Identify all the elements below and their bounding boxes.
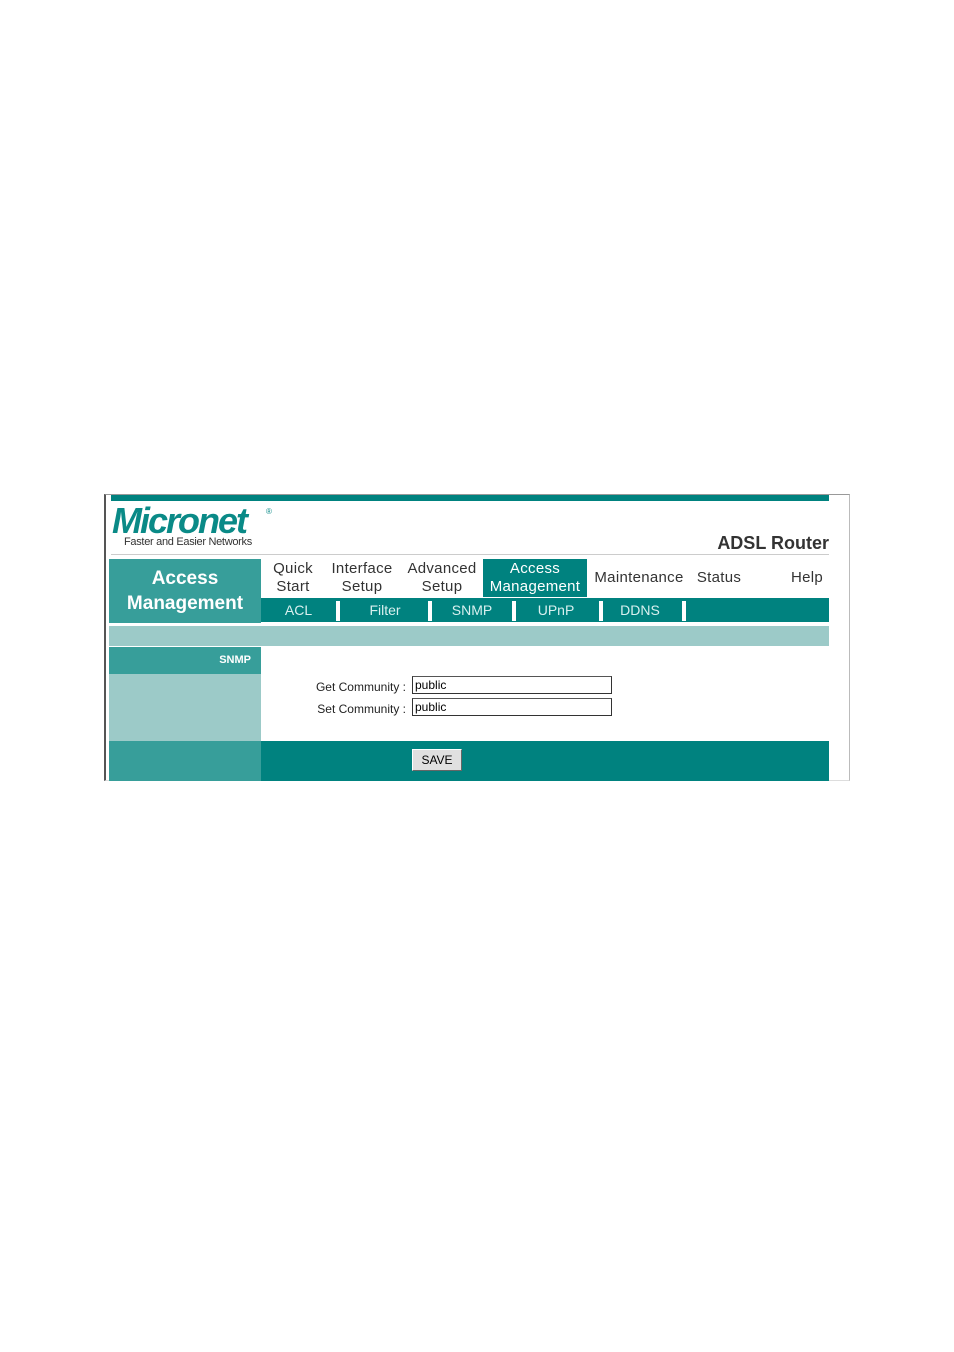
micronet-logo: Micronet [112, 500, 248, 541]
nav-label: Help [790, 569, 824, 586]
nav-access-management[interactable]: Access Management [483, 559, 587, 597]
section-title: Access Management [109, 559, 261, 623]
nav-quick-start[interactable]: Quick Start [265, 559, 321, 597]
subnav-acl[interactable]: ACL [266, 598, 331, 622]
footer-bar [261, 741, 829, 781]
nav-status[interactable]: Status [691, 559, 747, 597]
nav-label: Advanced [407, 560, 477, 577]
subnav-separator [599, 601, 603, 621]
subnav-separator [682, 601, 686, 621]
subnav-snmp[interactable]: SNMP [434, 598, 510, 622]
nav-label: Start [276, 578, 310, 595]
subnav-filter[interactable]: Filter [344, 598, 426, 622]
subnav-separator [512, 601, 516, 621]
nav-label: Management [489, 578, 581, 595]
section-spacer-bar [109, 626, 829, 646]
nav-label: Setup [421, 578, 463, 595]
brand-tagline: Faster and Easier Networks [124, 536, 252, 548]
subnav-ddns[interactable]: DDNS [604, 598, 676, 622]
panel-label: SNMP [109, 647, 261, 674]
section-title-line2: Management [126, 593, 244, 614]
save-button[interactable]: SAVE [412, 749, 462, 771]
subnav-separator [428, 601, 432, 621]
product-name: ADSL Router [717, 533, 829, 553]
side-panel-fill [109, 674, 261, 741]
header-divider [111, 554, 829, 555]
nav-label: Setup [341, 578, 383, 595]
get-community-label: Get Community : [315, 680, 406, 694]
nav-label: Quick [273, 560, 313, 577]
nav-label: Interface [331, 560, 393, 577]
nav-label: Maintenance [594, 569, 684, 586]
registered-mark: ® [266, 507, 272, 516]
nav-label: Status [696, 569, 742, 586]
nav-label: Access [509, 560, 561, 577]
section-title-line1: Access [151, 568, 219, 589]
set-community-label: Set Community : [317, 702, 406, 716]
footer-side-fill [109, 741, 261, 781]
nav-interface-setup[interactable]: Interface Setup [326, 559, 398, 597]
nav-maintenance[interactable]: Maintenance [590, 559, 688, 597]
router-admin-frame: Micronet ® Faster and Easier Networks AD… [104, 494, 850, 781]
subnav-separator [336, 601, 340, 621]
nav-advanced-setup[interactable]: Advanced Setup [402, 559, 482, 597]
set-community-input[interactable] [412, 698, 612, 716]
nav-help[interactable]: Help [782, 559, 832, 597]
get-community-input[interactable] [412, 676, 612, 694]
subnav-upnp[interactable]: UPnP [518, 598, 594, 622]
